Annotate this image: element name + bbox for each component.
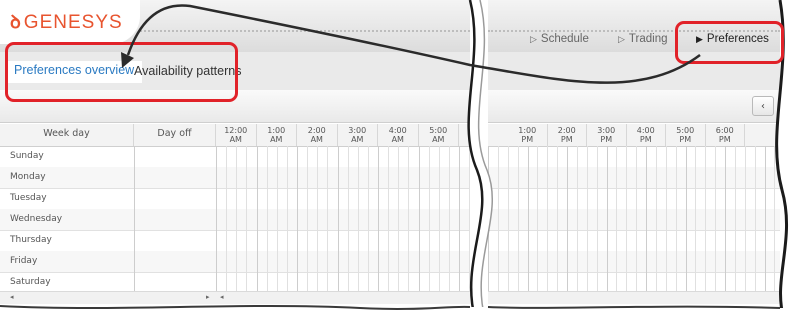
callout-arrow [121, 4, 701, 84]
